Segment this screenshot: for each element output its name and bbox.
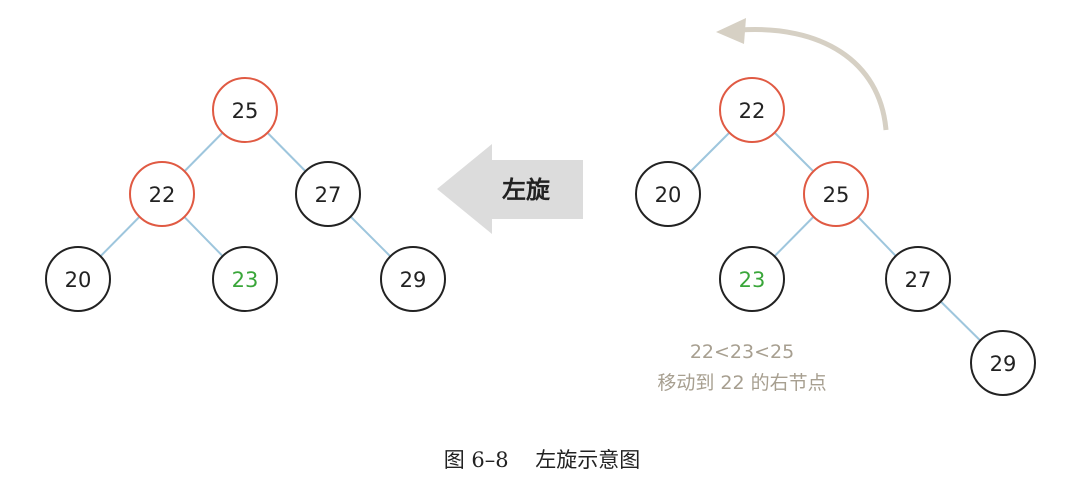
node-label: 22 [739,99,766,123]
tree-edge [266,132,307,172]
move-note: 22<23<25 移动到 22 的右节点 [657,341,826,394]
node-label: 27 [905,268,932,292]
tree-edge [183,216,224,257]
node-label: 29 [990,352,1017,376]
node-label: 23 [739,268,766,292]
node-label: 22 [149,183,176,207]
tree-edge [857,216,897,257]
node-label: 20 [65,268,92,292]
tree-edge [349,215,392,258]
tree-node-23: 23 [212,246,278,312]
tree-node-25: 25 [803,161,869,227]
tree-node-27: 27 [885,246,951,312]
figure-title: 左旋示意图 [535,448,641,472]
tree-node-22: 22 [129,161,195,227]
tree-edge [689,131,731,173]
node-label: 23 [232,268,259,292]
tree-edge [773,131,815,173]
node-label: 29 [400,268,427,292]
arrow-label: 左旋 [502,176,551,204]
left-rotate-arrow: 左旋 [437,144,583,234]
tree-node-25: 25 [212,77,278,143]
tree-node-20: 20 [45,246,111,312]
node-label: 20 [655,183,682,207]
note-move-text: 移动到 22 的右节点 [657,372,826,394]
note-inequality: 22<23<25 [690,341,794,363]
figure-caption: 图 6–8 左旋示意图 [0,444,1084,474]
tree-edge [773,216,815,257]
tree-node-27: 27 [295,161,361,227]
node-label: 27 [315,183,342,207]
tree-node-22: 22 [719,77,785,143]
rotation-diagram: 左旋 22 20 25 23 27 29 25 22 27 20 23 29 22<23<25 移动… [45,18,1036,396]
figure: 左旋 22 20 25 23 27 29 25 22 27 20 23 29 22<23<25 移动… [0,0,1084,488]
after-tree: 25 22 27 20 23 29 [45,77,446,312]
tree-node-20: 20 [635,161,701,227]
tree-node-29: 29 [970,330,1036,396]
tree-node-29: 29 [380,246,446,312]
curved-arrow-head [716,18,746,44]
node-label: 25 [823,183,850,207]
tree-node-23: 23 [719,246,785,312]
tree-edge [940,300,981,342]
node-label: 25 [232,99,259,123]
figure-number: 图 6–8 [443,448,509,472]
tree-edge [183,132,224,172]
tree-edge [99,216,141,257]
